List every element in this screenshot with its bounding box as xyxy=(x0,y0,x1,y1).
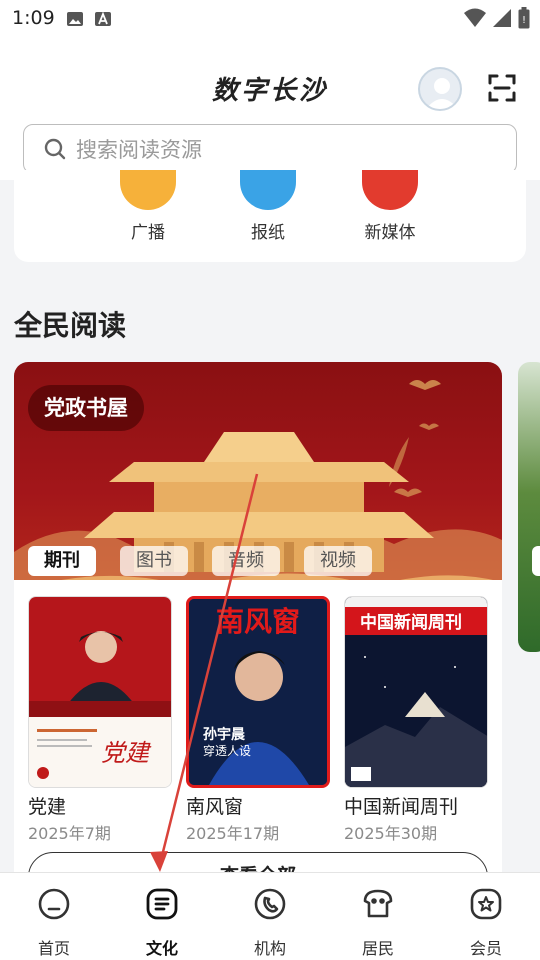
category-label: 广播 xyxy=(131,223,165,243)
nav-label: 会员 xyxy=(469,939,502,958)
new-media-icon xyxy=(362,170,418,210)
cover-masthead: 中国新闻周刊 xyxy=(360,612,462,633)
nav-item-resident[interactable]: 居民 xyxy=(338,887,418,959)
category-newspaper[interactable]: 报纸 xyxy=(208,170,328,243)
bottom-nav: 首页 文化 机构 居民 会员 xyxy=(0,872,540,960)
home-icon xyxy=(38,888,70,920)
next-banner-peek[interactable] xyxy=(518,362,540,652)
next-banner-tab[interactable] xyxy=(532,546,540,576)
category-broadcast[interactable]: 广播 xyxy=(88,170,208,243)
magazine-issue: 2025年30期 xyxy=(344,824,438,843)
newspaper-icon xyxy=(240,170,296,210)
nav-item-institution[interactable]: 机构 xyxy=(230,887,310,959)
dangjian-cover-image: 党建 xyxy=(29,597,171,787)
scan-button[interactable] xyxy=(486,72,518,104)
nav-label: 居民 xyxy=(361,939,394,958)
svg-text:党建: 党建 xyxy=(101,739,152,767)
app-notification-icon xyxy=(95,11,111,26)
signal-icon xyxy=(493,9,511,27)
status-bar: 1:09 ! xyxy=(0,0,540,38)
tab-audio[interactable]: 音频 xyxy=(212,546,280,576)
section-title: 全民阅读 xyxy=(14,309,127,342)
wifi-icon xyxy=(464,8,486,27)
tab-periodicals[interactable]: 期刊 xyxy=(28,546,96,576)
magazine-issue: 2025年17期 xyxy=(186,824,280,843)
battery-icon: ! xyxy=(518,7,530,29)
culture-icon xyxy=(146,888,178,920)
nav-item-culture[interactable]: 文化 xyxy=(122,887,202,959)
nav-label: 文化 xyxy=(145,939,178,958)
magazine-title: 中国新闻周刊 xyxy=(344,796,459,818)
status-time: 1:09 xyxy=(12,7,55,29)
cover-masthead: 南风窗 xyxy=(216,605,300,638)
cover-nanfengchuang[interactable]: 南风窗 孙宇晨 穿透人设 xyxy=(186,596,330,788)
svg-text:!: ! xyxy=(522,15,526,26)
nav-item-member[interactable]: 会员 xyxy=(446,887,526,959)
tab-video[interactable]: 视频 xyxy=(304,546,372,576)
cover-caption: 孙宇晨 xyxy=(203,726,246,743)
scan-icon xyxy=(488,74,516,102)
resident-icon xyxy=(363,889,393,918)
tab-books[interactable]: 图书 xyxy=(120,546,188,576)
search-placeholder: 搜索阅读资源 xyxy=(76,138,202,162)
category-card: 广播 报纸 新媒体 xyxy=(14,170,526,262)
banner-tag: 党政书屋 xyxy=(28,385,144,431)
search-icon xyxy=(44,138,66,160)
cover-subcaption: 穿透人设 xyxy=(203,743,251,758)
china-newsweek-cover-image: 中国新闻周刊 xyxy=(345,597,487,787)
magazine-title: 南风窗 xyxy=(186,796,244,818)
magazine-title: 党建 xyxy=(28,796,67,818)
nanfengchuang-cover-image: 南风窗 孙宇晨 穿透人设 xyxy=(189,599,327,785)
nav-label: 机构 xyxy=(253,939,286,958)
search-bar[interactable]: 搜索阅读资源 xyxy=(23,124,517,174)
avatar[interactable] xyxy=(418,67,462,111)
category-new-media[interactable]: 新媒体 xyxy=(330,170,450,243)
institution-icon xyxy=(254,888,286,920)
category-label: 新媒体 xyxy=(364,223,416,243)
nav-label: 首页 xyxy=(37,939,70,958)
member-icon xyxy=(470,888,502,920)
nav-item-home[interactable]: 首页 xyxy=(14,887,94,959)
category-label: 报纸 xyxy=(251,223,285,243)
gallery-notification-icon xyxy=(67,12,83,26)
cover-dangjian[interactable]: 党建 xyxy=(28,596,172,788)
broadcast-icon xyxy=(120,170,176,210)
cover-china-newsweek[interactable]: 中国新闻周刊 xyxy=(344,596,488,788)
magazine-issue: 2025年7期 xyxy=(28,824,111,843)
